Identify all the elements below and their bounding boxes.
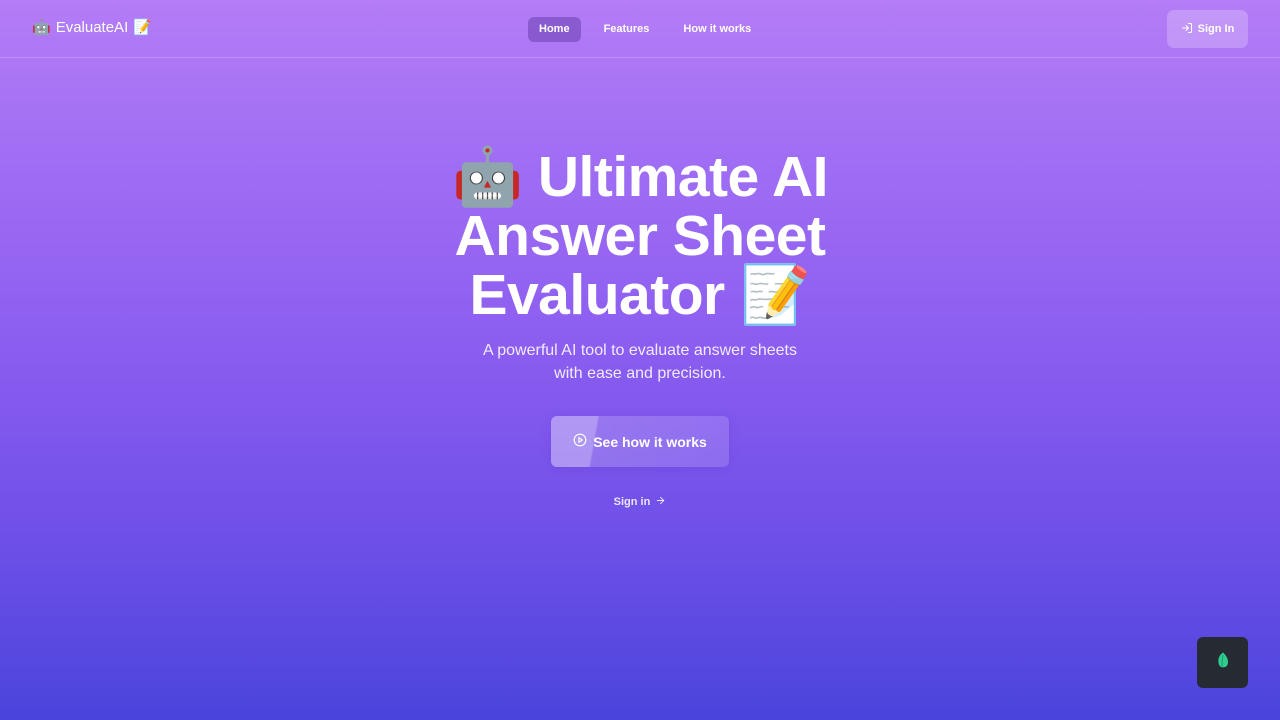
nav-item-home[interactable]: Home — [528, 17, 581, 42]
arrow-right-icon — [655, 495, 666, 509]
hero-title-line-1: 🤖 Ultimate AI — [452, 145, 828, 209]
brand-logo[interactable]: 🤖 EvaluateAI 📝 — [32, 18, 152, 37]
memo-icon: 📝 — [133, 19, 152, 36]
leaf-icon — [1213, 650, 1233, 675]
header-signin-button[interactable]: Sign In — [1167, 10, 1248, 48]
robot-icon: 🤖 — [32, 19, 51, 36]
main-nav: Home Features How it works — [528, 17, 762, 42]
hero-subtitle-line-2: with ease and precision. — [554, 365, 726, 382]
cta-label: See how it works — [593, 433, 707, 450]
top-navbar: 🤖 EvaluateAI 📝 Home Features How it work… — [0, 0, 1280, 58]
hero-subtitle-line-1: A powerful AI tool to evaluate answer sh… — [483, 342, 797, 359]
see-how-it-works-button[interactable]: See how it works — [551, 416, 729, 467]
nav-item-how-it-works[interactable]: How it works — [672, 17, 762, 42]
hero-title: 🤖 Ultimate AI Answer Sheet Evaluator 📝 — [340, 148, 940, 325]
hero-title-line-2: Answer Sheet — [454, 204, 826, 268]
signin-link-label: Sign in — [613, 496, 651, 508]
play-circle-icon — [573, 433, 587, 450]
nav-item-features[interactable]: Features — [593, 17, 661, 42]
signin-link[interactable]: Sign in — [600, 495, 680, 509]
brand-name: EvaluateAI — [55, 18, 129, 36]
hero-subtitle: A powerful AI tool to evaluate answer sh… — [440, 339, 840, 385]
login-icon — [1181, 22, 1193, 37]
header-signin-label: Sign In — [1197, 23, 1235, 35]
chat-widget-button[interactable] — [1197, 637, 1248, 688]
hero-title-line-3: Evaluator 📝 — [469, 263, 811, 327]
